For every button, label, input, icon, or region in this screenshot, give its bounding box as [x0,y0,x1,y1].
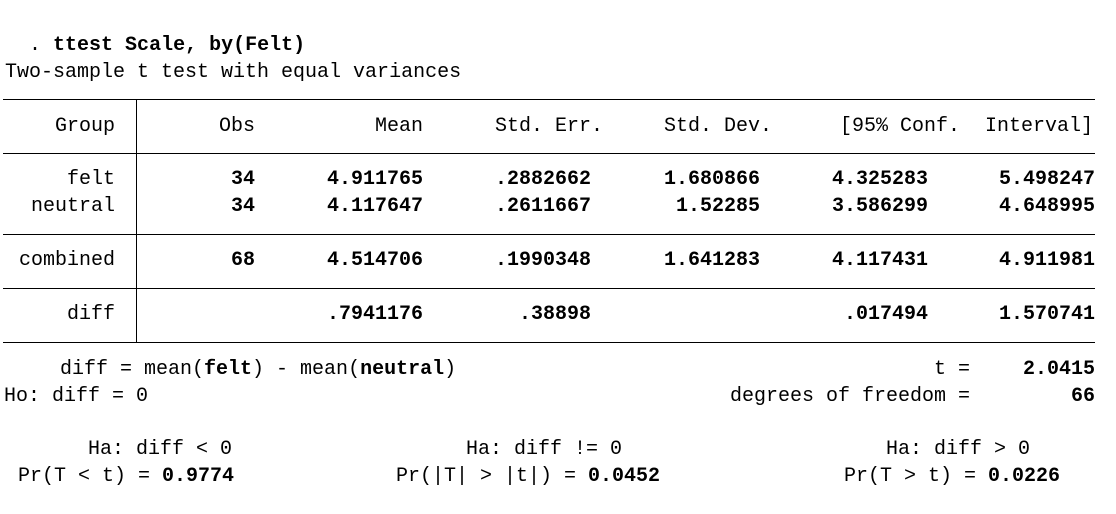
diff-group1: felt [204,358,253,381]
row-std-dev: 1.52285 [675,195,760,218]
pr-greater: Pr(T > t) = 0.0226 [844,464,1060,490]
row-obs [140,302,255,328]
row-conf-high: 4.911981 [998,249,1095,272]
row-mean: 4.514706 [326,249,423,272]
ha-greater: Ha: diff > 0 [886,438,1031,461]
row-group: neutral [30,195,115,218]
row-conf-low: 4.325283 [831,168,928,191]
diff-prefix: diff = mean( [60,358,205,381]
row-std-err: .2611667 [494,195,591,218]
row-std-err: .38898 [518,303,591,326]
row-std-err: .1990348 [494,249,591,272]
command-line: . ttest Scale, by(Felt) [5,7,305,57]
header-std-dev: Std. Dev. [663,115,772,138]
row-obs: 68 [230,249,255,272]
df-value: 66 [1070,385,1095,408]
row-conf-high: 5.498247 [998,168,1095,191]
header-conf-low: [95% Conf. [839,115,960,138]
combined-rule [3,288,1095,289]
output-title: Two-sample t test with equal variances [5,61,462,84]
pr-less-value: 0.9774 [162,465,235,488]
header-conf-high: Interval] [984,115,1093,138]
row-mean: .7941176 [326,303,423,326]
ha-less: Ha: diff < 0 [88,438,233,461]
row-std-dev: 1.680866 [663,168,760,191]
row-std-dev: 1.641283 [663,249,760,272]
pr-not-equal-value: 0.0452 [588,465,661,488]
pr-not-equal: Pr(|T| > |t|) = 0.0452 [396,464,660,490]
null-hypothesis: Ho: diff = 0 [4,385,149,408]
command-text: ttest Scale, by(Felt) [53,34,306,57]
row-conf-low: .017494 [843,303,928,326]
pr-less: Pr(T < t) = 0.9774 [18,464,234,490]
diff-group2: neutral [360,358,445,381]
row-conf-high: 1.570741 [998,303,1095,326]
row-obs: 34 [230,168,255,191]
row-std-err: .2882662 [494,168,591,191]
command-prompt: . [29,34,42,57]
row-group: diff [66,303,115,326]
row-conf-low: 3.586299 [831,195,928,218]
header-obs: Obs [218,115,255,138]
diff-mid: ) - mean( [252,358,361,381]
row-group: combined [18,249,115,272]
header-std-err: Std. Err. [494,115,603,138]
row-std-dev [600,302,760,328]
group-column-divider [136,100,137,342]
df-label: degrees of freedom = [729,385,970,408]
table-bottom-rule [3,342,1095,343]
t-value: 2.0415 [1022,358,1095,381]
t-label: t = [933,358,970,381]
row-obs: 34 [230,195,255,218]
pr-greater-value: 0.0226 [988,465,1061,488]
row-mean: 4.911765 [326,168,423,191]
groups-rule [3,234,1095,235]
row-mean: 4.117647 [326,195,423,218]
row-conf-high: 4.648995 [998,195,1095,218]
header-group: Group [54,115,115,138]
pr-not-equal-label: Pr(|T| > |t|) = [396,465,577,488]
pr-greater-label: Pr(T > t) = [844,465,977,488]
diff-definition: diff = mean(felt) - mean(neutral) [60,357,456,383]
diff-suffix: ) [444,358,457,381]
row-group: felt [66,168,115,191]
table-top-rule [3,99,1095,100]
row-conf-low: 4.117431 [831,249,928,272]
pr-less-label: Pr(T < t) = [18,465,151,488]
ha-not-equal: Ha: diff != 0 [466,438,623,461]
header-mean: Mean [374,115,423,138]
header-rule [3,153,1095,154]
